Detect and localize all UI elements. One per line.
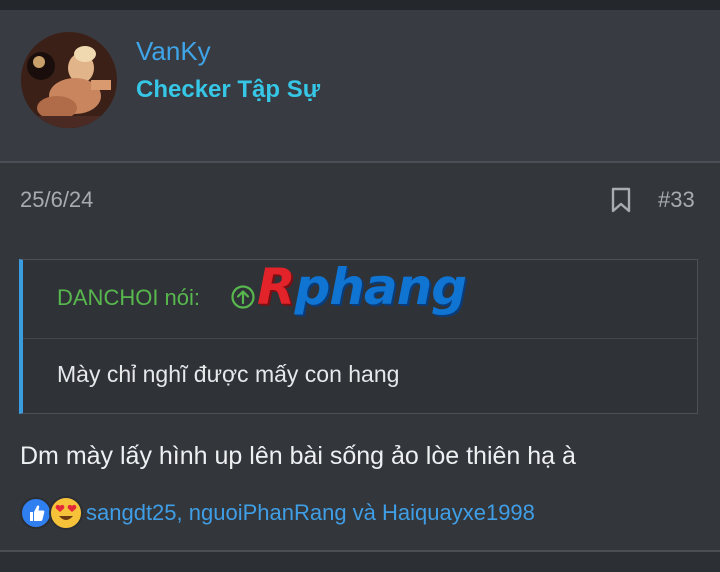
watermark-first-letter: R [257,258,296,316]
user-title: Checker Tập Sự [136,76,321,103]
post-number[interactable]: #33 [658,187,695,213]
quote-header: DANCHOI nói: Rphang [23,258,697,339]
quote-block: DANCHOI nói: Rphang Mày chỉ nghĩ được mấ… [19,258,698,414]
avatar-image [21,32,117,128]
top-bar [0,0,720,10]
reaction-users-link[interactable]: sangdt25, nguoiPhanRang và Haiquayxe1998 [86,500,535,526]
forum-post-page: VanKy Checker Tập Sự 25/6/24 #33 DANCHOI… [0,0,720,572]
avatar[interactable] [21,32,117,128]
username[interactable]: VanKy [136,36,211,67]
quote-author[interactable]: DANCHOI nói: [57,285,200,311]
bookmark-icon[interactable] [608,186,634,214]
quote-text: Mày chỉ nghĩ được mấy con hang [57,361,400,387]
arrow-up-circle-icon[interactable] [230,284,256,310]
like-icon [20,497,52,529]
post-message: Dm mày lấy hình up lên bài sống ảo lòe t… [20,442,576,470]
watermark-logo: Rphang [257,258,468,318]
post-user-header: VanKy Checker Tập Sự [0,10,720,163]
bottom-strip [0,552,720,572]
post-date[interactable]: 25/6/24 [20,187,93,213]
love-eyes-icon [49,496,83,530]
watermark-rest: phang [294,258,468,316]
post-body: 25/6/24 #33 DANCHOI nói: Rphang Mày chỉ … [0,163,720,550]
reactions-bar[interactable]: sangdt25, nguoiPhanRang và Haiquayxe1998 [20,496,700,530]
